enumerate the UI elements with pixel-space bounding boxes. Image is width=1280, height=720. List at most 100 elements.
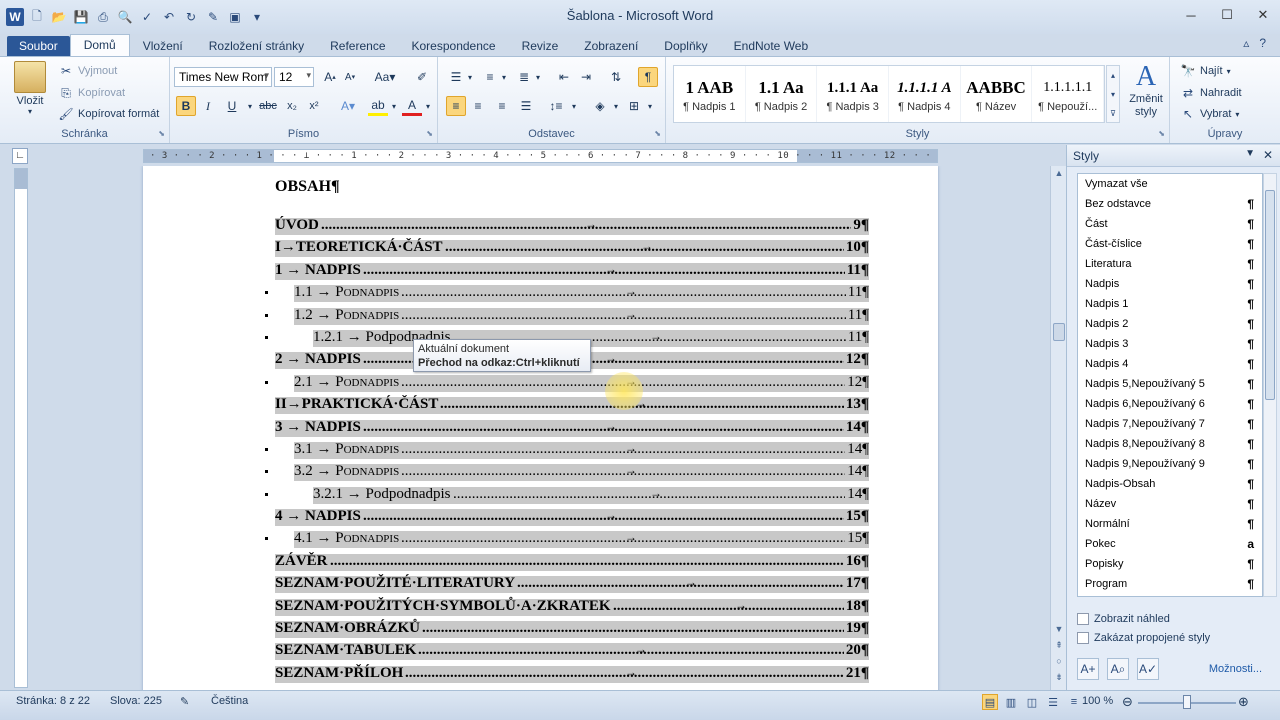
style-list-item[interactable]: Část-číslice ¶: [1078, 234, 1262, 254]
style-list-item[interactable]: Nadpis 7,Nepoužívaný 7 ¶: [1078, 414, 1262, 434]
tab-endnote-web[interactable]: EndNote Web: [721, 36, 822, 56]
toc-entry[interactable]: 1 → NADPIS..............................…: [275, 261, 869, 283]
draft-view-icon[interactable]: ≡: [1066, 694, 1082, 710]
zoom-level[interactable]: 100 %: [1082, 695, 1113, 707]
toc-entry[interactable]: 3.2.1 → Podpodnadpis....................…: [265, 485, 869, 507]
superscript-button[interactable]: x²: [304, 96, 324, 116]
toc-entry[interactable]: SEZNAM·TABULEK..........................…: [275, 641, 869, 663]
language-indicator[interactable]: Čeština: [211, 695, 248, 707]
format-painter-button[interactable]: 🖌 Kopírovat formát: [58, 106, 159, 122]
toc-entry[interactable]: 3.2 → Podnadpis.........................…: [265, 462, 869, 484]
justify-button[interactable]: ☰: [516, 96, 536, 116]
toc-entry[interactable]: ZÁVĚR...................................…: [275, 552, 869, 574]
clipboard-launcher-icon[interactable]: ⬊: [158, 129, 165, 138]
tab-review[interactable]: Revize: [509, 36, 572, 56]
tab-file[interactable]: Soubor: [7, 36, 70, 56]
change-case-icon[interactable]: Aa▾: [372, 67, 398, 87]
style-list-item[interactable]: Nadpis 6,Nepoužívaný 6 ¶: [1078, 394, 1262, 414]
style-list-item[interactable]: Nadpis-Obsah ¶: [1078, 474, 1262, 494]
gallery-scroll[interactable]: ▴ ▾ ⊽: [1106, 65, 1120, 123]
tab-selector-icon[interactable]: ∟: [12, 148, 28, 164]
toc-entry[interactable]: 2.1 → Podnadpis.........................…: [265, 373, 869, 395]
style-item-nadpis-4[interactable]: 1.1.1.1 A ¶ Nadpis 4: [889, 66, 961, 122]
zoom-in-icon[interactable]: ⊕: [1238, 694, 1249, 710]
toc-entry[interactable]: II→PRAKTICKÁ·ČÁST.......................…: [275, 395, 869, 417]
minimize-ribbon-icon[interactable]: ▵: [1243, 36, 1249, 50]
toc-entry[interactable]: SEZNAM·POUŽITÝCH·SYMBOLŮ·A·ZKRATEK......…: [275, 597, 869, 619]
minimize-icon[interactable]: ─: [1182, 6, 1200, 24]
scroll-thumb[interactable]: [1053, 323, 1065, 341]
style-item-nadpis-3[interactable]: 1.1.1 Aa ¶ Nadpis 3: [817, 66, 890, 122]
change-styles-button[interactable]: A Změnit styly: [1124, 61, 1168, 119]
word-count[interactable]: Slova: 225: [110, 695, 162, 707]
toc-entry[interactable]: 4 → NADPIS..............................…: [275, 507, 869, 529]
font-size-select[interactable]: 12: [274, 67, 314, 87]
tab-references[interactable]: Reference: [317, 36, 398, 56]
tab-page-layout[interactable]: Rozložení stránky: [196, 36, 317, 56]
style-list-item[interactable]: Část ¶: [1078, 214, 1262, 234]
align-center-button[interactable]: ≡: [468, 96, 488, 116]
toc-entry[interactable]: I→TEORETICKÁ·ČÁST.......................…: [275, 238, 869, 260]
shading-dropdown-icon[interactable]: ▾: [606, 96, 626, 116]
line-spacing-icon[interactable]: ↕≡: [546, 96, 566, 116]
style-list-item[interactable]: Nadpis 4 ¶: [1078, 354, 1262, 374]
tab-insert[interactable]: Vložení: [130, 36, 196, 56]
style-item-nadpis-2[interactable]: 1.1 Aa ¶ Nadpis 2: [746, 66, 818, 122]
align-right-button[interactable]: ≡: [492, 96, 512, 116]
cut-button[interactable]: ✂ Vyjmout: [58, 63, 117, 79]
paragraph-launcher-icon[interactable]: ⬊: [654, 129, 661, 138]
style-list-item[interactable]: Bez odstavce ¶: [1078, 194, 1262, 214]
underline-dropdown-icon[interactable]: ▾: [240, 96, 260, 116]
disable-linked-styles-checkbox[interactable]: Zakázat propojené styly: [1077, 632, 1210, 644]
font-family-select[interactable]: Times New Rom: [174, 67, 272, 87]
font-color-dropdown-icon[interactable]: ▾: [418, 96, 438, 116]
new-style-icon[interactable]: A+: [1077, 658, 1099, 680]
toc-entry[interactable]: SEZNAM·OBRÁZKŮ..........................…: [275, 619, 869, 641]
tab-home[interactable]: Domů: [69, 34, 130, 56]
bullets-dropdown-icon[interactable]: ▾: [460, 67, 480, 87]
style-inspector-icon[interactable]: A⌕: [1107, 658, 1129, 680]
sort-icon[interactable]: ⇅: [606, 67, 626, 87]
find-button[interactable]: 🔭 Najít ▾: [1180, 63, 1231, 79]
tab-addins[interactable]: Doplňky: [651, 36, 720, 56]
proofing-icon[interactable]: ✎: [180, 695, 189, 708]
grow-font-icon[interactable]: A ▴: [320, 67, 340, 87]
decrease-indent-icon[interactable]: ⇤: [554, 67, 574, 87]
find-dropdown-icon[interactable]: ▾: [1227, 67, 1231, 76]
manage-styles-icon[interactable]: A✓: [1137, 658, 1159, 680]
styles-launcher-icon[interactable]: ⬊: [1158, 129, 1165, 138]
style-list-item[interactable]: Nadpis 5,Nepoužívaný 5 ¶: [1078, 374, 1262, 394]
style-list-item[interactable]: Nadpis 1 ¶: [1078, 294, 1262, 314]
toc-entry[interactable]: 1.2 → Podnadpis.........................…: [265, 306, 869, 328]
select-button[interactable]: ↖ Vybrat ▾: [1180, 106, 1239, 122]
paste-dropdown-icon[interactable]: ▾: [28, 107, 32, 116]
page-count[interactable]: Stránka: 8 z 22: [16, 695, 90, 707]
bold-button[interactable]: B: [176, 96, 196, 116]
strikethrough-button[interactable]: abc: [258, 96, 278, 116]
web-layout-icon[interactable]: ◫: [1024, 694, 1040, 710]
select-dropdown-icon[interactable]: ▾: [1235, 110, 1239, 119]
previous-page-icon[interactable]: ⇞: [1051, 640, 1067, 654]
help-icon[interactable]: ?: [1259, 36, 1266, 50]
align-left-button[interactable]: ≡: [446, 96, 466, 116]
style-list-item[interactable]: Normální ¶: [1078, 514, 1262, 534]
scroll-up-icon[interactable]: ▲: [1051, 168, 1067, 182]
style-list-item[interactable]: Program ¶: [1078, 574, 1262, 594]
style-list-item[interactable]: Název ¶: [1078, 494, 1262, 514]
style-list-item[interactable]: Popisky ¶: [1078, 554, 1262, 574]
zoom-slider-knob[interactable]: [1183, 695, 1191, 709]
numbering-dropdown-icon[interactable]: ▾: [494, 67, 514, 87]
style-item-nadpis-1[interactable]: 1 AAB ¶ Nadpis 1: [674, 66, 746, 122]
style-item-nazev[interactable]: AABBC ¶ Název: [961, 66, 1033, 122]
styles-list-scrollbar[interactable]: [1263, 173, 1277, 597]
increase-indent-icon[interactable]: ⇥: [576, 67, 596, 87]
page[interactable]: OBSAH¶ ÚVOD.............................…: [143, 166, 938, 690]
paste-button[interactable]: Vložit ▾: [14, 61, 46, 116]
style-list-item[interactable]: Nadpis ¶: [1078, 274, 1262, 294]
borders-dropdown-icon[interactable]: ▾: [640, 96, 660, 116]
toc-entry[interactable]: SEZNAM·PŘÍLOH...........................…: [275, 664, 869, 686]
clear-formatting-icon[interactable]: ✐: [412, 67, 432, 87]
underline-button[interactable]: U: [222, 96, 242, 116]
subscript-button[interactable]: x₂: [282, 96, 302, 116]
style-list-item[interactable]: Nadpis 2 ¶: [1078, 314, 1262, 334]
